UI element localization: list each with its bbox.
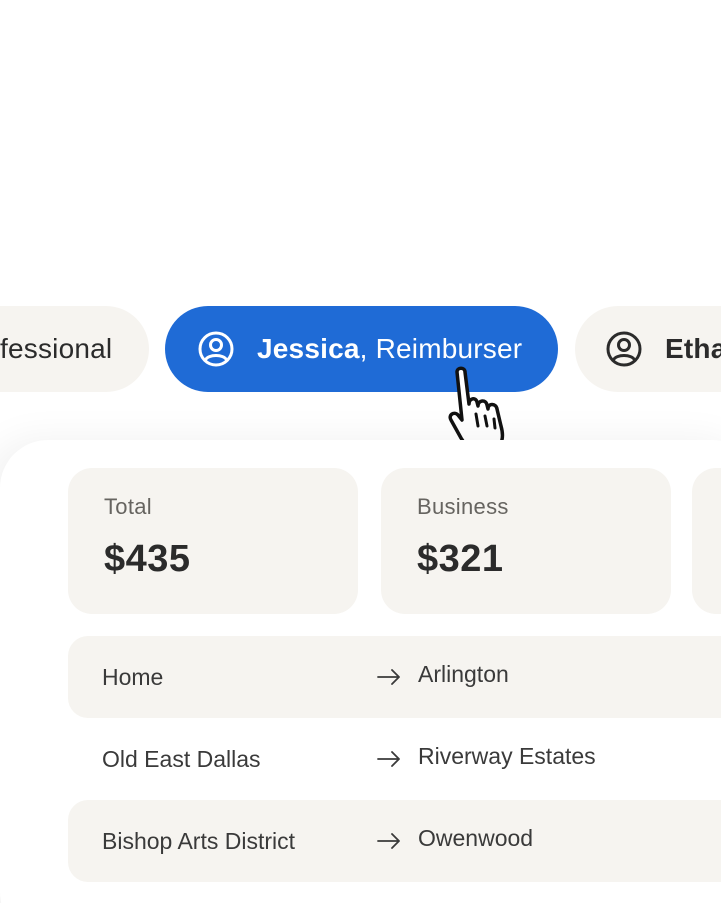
- role-pill-role: Reimburser: [375, 333, 523, 364]
- route-from: Home: [102, 664, 164, 690]
- total-tile: Total $435: [68, 468, 358, 614]
- role-pill-name: Jessica: [257, 333, 360, 364]
- role-pill-label: fessional: [0, 333, 113, 364]
- route-from: Old East Dallas: [102, 746, 261, 772]
- route-to: Riverway Estates: [418, 743, 596, 769]
- role-pill-separator: ,: [359, 333, 368, 364]
- role-pill-name: Etha: [665, 333, 721, 364]
- arrow-right-icon: [377, 669, 400, 685]
- extra-tile: [692, 468, 721, 614]
- business-value: $321: [417, 538, 504, 580]
- business-tile: Business $321: [381, 468, 671, 614]
- total-value: $435: [104, 538, 191, 580]
- route-to: Arlington: [418, 661, 509, 687]
- route-row[interactable]: Bishop Arts District Owenwood: [68, 800, 721, 882]
- arrow-right-icon: [377, 751, 400, 767]
- route-row[interactable]: Home Arlington: [68, 636, 721, 718]
- business-label: Business: [417, 494, 509, 519]
- route-to: Owenwood: [418, 825, 534, 851]
- route-row[interactable]: Old East Dallas Riverway Estates: [68, 718, 721, 800]
- user-circle-icon: [606, 331, 642, 367]
- total-label: Total: [104, 494, 152, 519]
- app-screen: fessional Jessica, Reimburser Etha Total…: [0, 0, 721, 903]
- role-pill-professional[interactable]: fessional: [0, 306, 149, 392]
- route-from: Bishop Arts District: [102, 828, 295, 854]
- user-circle-icon: [198, 331, 234, 367]
- role-pill-etha[interactable]: Etha: [575, 306, 721, 392]
- arrow-right-icon: [377, 833, 400, 849]
